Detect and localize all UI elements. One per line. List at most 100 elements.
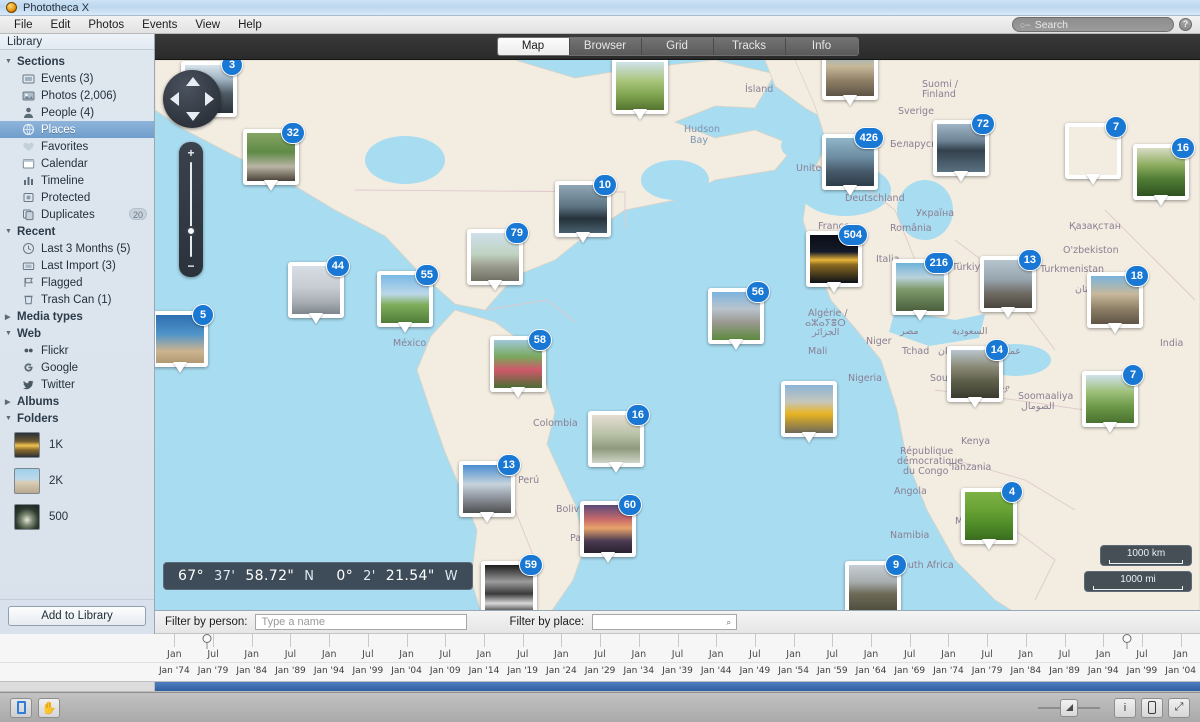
- photo-thumbnail[interactable]: [612, 60, 668, 114]
- photo-thumbnail[interactable]: 18: [1087, 272, 1143, 328]
- photo-thumbnail[interactable]: 55: [377, 271, 433, 327]
- sidebar-group-recent[interactable]: ▼ Recent: [0, 223, 154, 240]
- menu-events[interactable]: Events: [133, 16, 186, 34]
- thumbnail-size-slider[interactable]: [1038, 699, 1100, 717]
- photo-cluster-pin[interactable]: 18: [1087, 272, 1143, 328]
- sidebar-item-places[interactable]: Places: [0, 121, 154, 138]
- photo-cluster-pin[interactable]: 10: [555, 181, 611, 237]
- photo-thumbnail[interactable]: 59: [481, 561, 537, 610]
- timeline-range-handle-left[interactable]: [203, 634, 212, 643]
- photo-thumbnail[interactable]: [781, 381, 837, 437]
- menu-view[interactable]: View: [186, 16, 229, 34]
- sidebar-item-flickr[interactable]: Flickr: [0, 342, 154, 359]
- device-icon[interactable]: [1141, 698, 1163, 718]
- photo-thumbnail[interactable]: 7: [1065, 123, 1121, 179]
- photo-cluster-pin[interactable]: 13: [980, 256, 1036, 312]
- menu-help[interactable]: Help: [229, 16, 271, 34]
- sidebar-item-photos[interactable]: Photos (2,006): [0, 87, 154, 104]
- photo-cluster-pin[interactable]: 72: [933, 120, 989, 176]
- photo-cluster-pin[interactable]: 59: [481, 561, 537, 610]
- photo-cluster-pin[interactable]: 60: [580, 501, 636, 557]
- tab-map[interactable]: Map: [498, 38, 570, 55]
- tab-tracks[interactable]: Tracks: [714, 38, 786, 55]
- photo-thumbnail[interactable]: 79: [467, 229, 523, 285]
- photo-cluster-pin[interactable]: 32: [243, 129, 299, 185]
- fullscreen-icon[interactable]: ⤢: [1168, 698, 1190, 718]
- photo-cluster-pin[interactable]: 504: [806, 231, 862, 287]
- filter-person-input[interactable]: Type a name: [255, 614, 467, 630]
- photo-thumbnail[interactable]: 10: [555, 181, 611, 237]
- photo-cluster-pin[interactable]: 216: [892, 259, 948, 315]
- slider-knob[interactable]: [1060, 699, 1078, 717]
- timeline-ruler[interactable]: JanJulJanJulJanJulJanJulJanJulJanJulJanJ…: [0, 634, 1200, 682]
- tab-browser[interactable]: Browser: [570, 38, 642, 55]
- photo-cluster-pin[interactable]: 5: [155, 311, 208, 367]
- sidebar-toggle-icon[interactable]: [10, 698, 32, 718]
- sidebar-group-albums[interactable]: ▶ Albums: [0, 393, 154, 410]
- photo-thumbnail[interactable]: 32: [243, 129, 299, 185]
- sidebar-item-calendar[interactable]: Calendar: [0, 155, 154, 172]
- photo-thumbnail[interactable]: [822, 60, 878, 100]
- photo-thumbnail[interactable]: 426: [822, 134, 878, 190]
- sidebar-group-web[interactable]: ▼ Web: [0, 325, 154, 342]
- photo-cluster-pin[interactable]: 16: [588, 411, 644, 467]
- photo-cluster-pin[interactable]: [612, 60, 668, 114]
- sidebar-item-timeline[interactable]: Timeline: [0, 172, 154, 189]
- photo-thumbnail[interactable]: 14: [947, 346, 1003, 402]
- horizontal-scrollbar[interactable]: [0, 682, 1200, 692]
- photo-thumbnail[interactable]: 9: [845, 561, 901, 610]
- zoom-in-icon[interactable]: +: [179, 147, 203, 159]
- sidebar-group-sections[interactable]: ▼ Sections: [0, 53, 154, 70]
- sidebar-folder-2k[interactable]: 2K: [0, 463, 154, 499]
- pan-up-arrow-icon[interactable]: [186, 77, 200, 86]
- search-input[interactable]: ○− Search: [1012, 17, 1174, 32]
- sidebar-item-duplicates[interactable]: Duplicates 20: [0, 206, 154, 223]
- photo-thumbnail[interactable]: 13: [459, 461, 515, 517]
- menu-file[interactable]: File: [5, 16, 42, 34]
- sidebar-folder-1k[interactable]: 1K: [0, 427, 154, 463]
- sidebar-group-media-types[interactable]: ▶ Media types: [0, 308, 154, 325]
- photo-cluster-pin[interactable]: 9: [845, 561, 901, 610]
- photo-cluster-pin[interactable]: 16: [1133, 144, 1189, 200]
- scrollbar-thumb[interactable]: [155, 682, 1200, 691]
- photo-thumbnail[interactable]: 16: [588, 411, 644, 467]
- photo-thumbnail[interactable]: 13: [980, 256, 1036, 312]
- sidebar-item-twitter[interactable]: Twitter: [0, 376, 154, 393]
- photo-thumbnail[interactable]: 72: [933, 120, 989, 176]
- map-zoom-slider[interactable]: + −: [179, 142, 203, 277]
- pan-right-arrow-icon[interactable]: [205, 92, 214, 106]
- zoom-out-icon[interactable]: −: [179, 260, 203, 272]
- timeline-range-handle-right[interactable]: [1122, 634, 1131, 643]
- photo-cluster-pin[interactable]: 14: [947, 346, 1003, 402]
- sidebar-item-people[interactable]: People (4): [0, 104, 154, 121]
- photo-thumbnail[interactable]: 4: [961, 488, 1017, 544]
- photo-cluster-pin[interactable]: 79: [467, 229, 523, 285]
- photo-thumbnail[interactable]: 216: [892, 259, 948, 315]
- photo-thumbnail[interactable]: 58: [490, 336, 546, 392]
- menu-edit[interactable]: Edit: [42, 16, 80, 34]
- tab-info[interactable]: Info: [786, 38, 858, 55]
- photo-cluster-pin[interactable]: 55: [377, 271, 433, 327]
- photo-cluster-pin[interactable]: 58: [490, 336, 546, 392]
- sidebar-item-google[interactable]: Google: [0, 359, 154, 376]
- hand-tool-icon[interactable]: ✋: [38, 698, 60, 718]
- photo-thumbnail[interactable]: 60: [580, 501, 636, 557]
- photo-cluster-pin[interactable]: [822, 60, 878, 100]
- sidebar-item-favorites[interactable]: Favorites: [0, 138, 154, 155]
- help-icon[interactable]: ?: [1179, 18, 1192, 31]
- photo-thumbnail[interactable]: 5: [155, 311, 208, 367]
- photo-cluster-pin[interactable]: 7: [1082, 371, 1138, 427]
- photo-thumbnail[interactable]: 16: [1133, 144, 1189, 200]
- map-view[interactable]: ÍslandSuomi /FinlandSverigeHudsonBayБела…: [155, 60, 1200, 610]
- pan-control-icon[interactable]: [163, 70, 221, 128]
- photo-cluster-pin[interactable]: 4: [961, 488, 1017, 544]
- sidebar-folder-500[interactable]: 500: [0, 499, 154, 535]
- photo-cluster-pin[interactable]: 44: [288, 262, 344, 318]
- sidebar-item-last-3-months[interactable]: Last 3 Months (5): [0, 240, 154, 257]
- photo-cluster-pin[interactable]: 13: [459, 461, 515, 517]
- pan-down-arrow-icon[interactable]: [186, 112, 200, 121]
- photo-cluster-pin[interactable]: 7: [1065, 123, 1121, 179]
- photo-cluster-pin[interactable]: 426: [822, 134, 878, 190]
- add-to-library-button[interactable]: Add to Library: [8, 606, 146, 626]
- photo-cluster-pin[interactable]: [781, 381, 837, 437]
